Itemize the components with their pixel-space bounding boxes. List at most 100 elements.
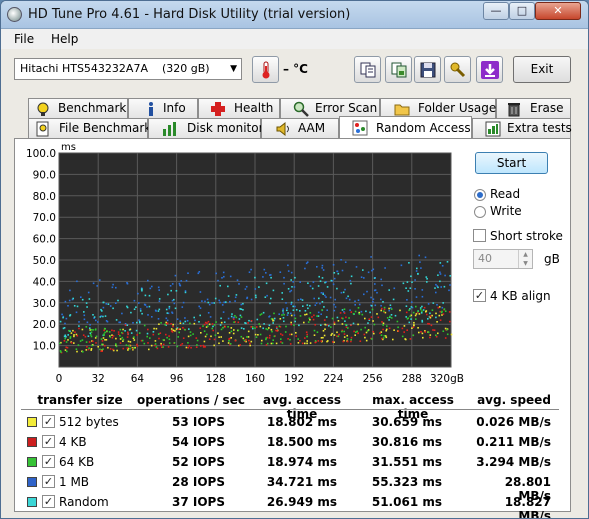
data-point — [168, 335, 170, 337]
download-button[interactable] — [476, 56, 503, 83]
data-point — [427, 331, 430, 334]
data-point — [324, 281, 326, 284]
data-point — [234, 315, 236, 317]
data-point — [305, 262, 308, 265]
data-point — [91, 344, 93, 347]
data-point — [268, 324, 271, 327]
short-stroke-spinner[interactable]: 40 ▲ ▼ — [473, 249, 533, 269]
data-point — [207, 301, 210, 304]
data-point — [244, 288, 247, 290]
tab-info[interactable]: Info — [128, 98, 198, 118]
data-point — [81, 339, 84, 341]
tab-error-scan[interactable]: Error Scan — [280, 98, 380, 118]
data-point — [270, 328, 273, 331]
menu-help[interactable]: Help — [51, 32, 78, 46]
data-point — [222, 311, 225, 313]
tab-file-benchmark[interactable]: File Benchmark — [28, 118, 151, 138]
data-point — [217, 332, 219, 334]
maximize-button[interactable]: □ — [509, 2, 535, 20]
series-checkbox[interactable]: ✓ — [42, 435, 55, 448]
series-checkbox[interactable]: ✓ — [42, 415, 55, 428]
save-button[interactable] — [414, 56, 441, 83]
data-point — [129, 341, 132, 343]
data-point — [210, 335, 212, 338]
data-point — [203, 323, 206, 326]
cell-size: 512 bytes — [59, 415, 119, 429]
data-point — [112, 348, 114, 351]
tab-folder-usage[interactable]: Folder Usage — [380, 98, 496, 118]
data-point — [388, 327, 391, 330]
data-point — [304, 310, 307, 312]
tab-extra-tests[interactable]: Extra tests — [472, 118, 572, 138]
options-button[interactable] — [444, 56, 471, 83]
series-checkbox[interactable]: ✓ — [42, 455, 55, 468]
copy-info-button[interactable] — [354, 56, 381, 83]
data-point — [172, 323, 174, 326]
data-point — [135, 329, 138, 332]
data-point — [406, 299, 408, 301]
data-point — [324, 294, 326, 297]
data-point — [437, 306, 440, 309]
data-point — [419, 308, 422, 311]
data-point — [242, 302, 244, 305]
title-bar[interactable]: HD Tune Pro 4.61 - Hard Disk Utility (tr… — [1, 1, 588, 29]
exit-button[interactable]: Exit — [513, 56, 571, 83]
tab-health[interactable]: Health — [198, 98, 280, 118]
data-point — [290, 301, 293, 304]
data-point — [93, 316, 96, 318]
data-point — [319, 302, 321, 305]
data-point — [361, 313, 364, 316]
menu-file[interactable]: File — [14, 32, 34, 46]
data-point — [305, 331, 308, 333]
temperature-button[interactable] — [252, 56, 279, 83]
tab-erase[interactable]: Erase — [496, 98, 571, 118]
cell-ops: 53 IOPS — [172, 415, 225, 429]
data-point — [174, 307, 177, 310]
write-radio[interactable] — [474, 206, 486, 218]
data-point — [429, 316, 432, 319]
data-point — [245, 339, 247, 341]
tab-aam[interactable]: AAM — [261, 118, 339, 138]
tab-benchmark[interactable]: Benchmark — [28, 98, 128, 118]
folder-icon — [394, 104, 410, 116]
data-point — [367, 322, 369, 324]
data-point — [78, 325, 80, 327]
drive-select[interactable]: Hitachi HTS543232A7A (320 gB) ▼ — [14, 58, 242, 80]
copy-screenshot-button[interactable] — [385, 56, 412, 83]
data-point — [239, 314, 242, 317]
data-point — [162, 343, 165, 346]
data-point — [409, 338, 412, 340]
download-arrow-icon — [481, 61, 499, 79]
minimize-button[interactable]: — — [483, 2, 509, 20]
data-point — [340, 259, 342, 261]
tab-random-access[interactable]: Random Access — [339, 116, 472, 138]
data-point — [148, 294, 151, 297]
data-point — [343, 333, 346, 335]
data-point — [444, 274, 446, 277]
data-point — [127, 331, 129, 334]
data-point — [287, 312, 289, 314]
data-point — [295, 332, 297, 334]
read-radio[interactable] — [474, 189, 486, 201]
series-checkbox[interactable]: ✓ — [42, 475, 55, 488]
close-button[interactable]: ✕ — [535, 2, 581, 20]
data-point — [320, 313, 322, 315]
data-point — [290, 312, 292, 315]
data-point — [302, 305, 304, 307]
short-stroke-checkbox[interactable] — [473, 229, 486, 242]
data-point — [152, 333, 155, 336]
data-point — [157, 310, 160, 312]
data-point — [184, 290, 187, 292]
data-point — [154, 309, 157, 312]
data-point — [333, 309, 336, 312]
spinner-arrows[interactable]: ▲ ▼ — [518, 250, 532, 268]
data-point — [325, 316, 328, 318]
data-point — [318, 275, 320, 278]
align-4kb-checkbox[interactable]: ✓ — [473, 289, 486, 302]
data-point — [179, 320, 182, 322]
data-point — [172, 329, 175, 332]
tab-disk-monitor[interactable]: Disk monitor — [148, 118, 264, 138]
data-point — [415, 318, 417, 320]
series-checkbox[interactable]: ✓ — [42, 495, 55, 508]
start-button[interactable]: Start — [475, 152, 548, 174]
